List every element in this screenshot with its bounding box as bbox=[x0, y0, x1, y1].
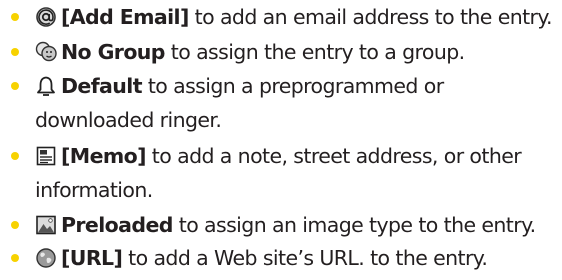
item-text: [Memo] to add a note, street address, or… bbox=[35, 139, 562, 207]
item-text: Default to assign a preprogrammed or dow… bbox=[35, 69, 562, 137]
item-term: [Memo] bbox=[61, 144, 146, 168]
item-text: No Group to assign the entry to a group. bbox=[35, 35, 562, 69]
item-text: [URL] to add a Web site’s URL. to the en… bbox=[35, 241, 562, 275]
bell-icon bbox=[35, 75, 57, 97]
item-term: Preloaded bbox=[61, 213, 173, 237]
item-text: Preloaded to assign an image type to the… bbox=[35, 208, 562, 242]
bullet bbox=[11, 82, 19, 90]
item-term: Default bbox=[61, 74, 143, 98]
item-term: No Group bbox=[61, 40, 165, 64]
group-icon bbox=[35, 41, 57, 63]
item-text: [Add Email] to add an email address to t… bbox=[35, 0, 562, 34]
item-term: [URL] bbox=[61, 246, 123, 270]
image-icon bbox=[35, 214, 57, 236]
memo-icon bbox=[35, 145, 57, 167]
bullet bbox=[11, 254, 19, 262]
bullet bbox=[11, 13, 19, 21]
bullet bbox=[11, 152, 19, 160]
item-description: to assign the entry to a group. bbox=[164, 40, 465, 64]
globe-icon bbox=[35, 247, 57, 269]
item-description: to assign an image type to the entry. bbox=[172, 213, 536, 237]
at-sign-icon bbox=[35, 6, 57, 28]
item-description: to add an email address to the entry. bbox=[188, 5, 553, 29]
bullet bbox=[11, 221, 19, 229]
item-term: [Add Email] bbox=[61, 5, 189, 29]
item-description: to add a Web site’s URL. to the entry. bbox=[122, 246, 488, 270]
bullet bbox=[11, 48, 19, 56]
